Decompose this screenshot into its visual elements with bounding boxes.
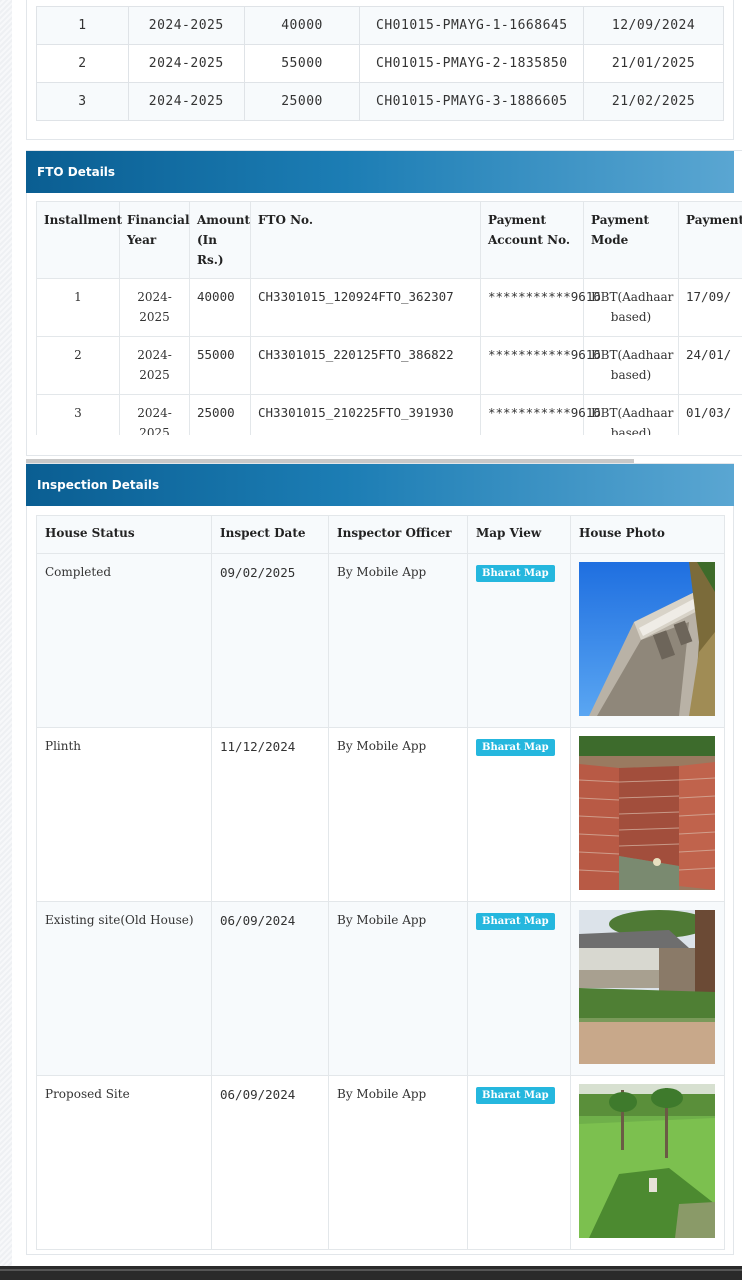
bharat-map-button[interactable]: Bharat Map: [476, 1087, 555, 1104]
completed-house-photo[interactable]: [579, 562, 715, 716]
inspection-table: House Status Inspect Date Inspector Offi…: [36, 515, 725, 1250]
bottom-system-bar: [0, 1266, 742, 1280]
house-photo-cell: [570, 901, 725, 1076]
table-row: 2 2024-2025 55000 CH3301015_220125FTO_38…: [36, 336, 742, 395]
col-header-inspector-officer: Inspector Officer: [328, 515, 468, 554]
amount-cell: 40000: [243, 6, 361, 45]
installment-cell: 2: [36, 44, 129, 83]
inspector-cell: By Mobile App: [328, 727, 468, 902]
col-header-fto-no: FTO No.: [250, 201, 481, 279]
year-cell: 2024-2025: [119, 278, 190, 337]
house-status-cell: Plinth: [36, 727, 212, 902]
map-view-cell: Bharat Map: [467, 553, 571, 728]
bharat-map-button[interactable]: Bharat Map: [476, 739, 555, 756]
inspect-date-cell: 06/09/2024: [211, 901, 329, 1076]
table-row: 3 2024-2025 25000 CH01015-PMAYG-3-188660…: [36, 82, 724, 121]
col-header-amount: Amount (In Rs.): [189, 201, 251, 279]
installment-cell: 1: [36, 278, 120, 337]
payment-mode-cell: DBT(Aadhaar based): [583, 278, 679, 337]
date-cell: 12/09/2024: [583, 6, 724, 45]
payment-date-cell: 17/09/: [678, 278, 742, 337]
table-header-row: Installment Financial Year Amount (In Rs…: [36, 201, 742, 279]
house-photo-cell: [570, 1075, 725, 1250]
inspector-cell: By Mobile App: [328, 901, 468, 1076]
year-cell: 2024-2025: [127, 44, 245, 83]
table-row: 1 2024-2025 40000 CH3301015_120924FTO_36…: [36, 278, 742, 337]
amount-cell: 55000: [189, 336, 251, 395]
installment-cell: 3: [36, 82, 129, 121]
amount-cell: 25000: [189, 394, 251, 435]
bharat-map-button[interactable]: Bharat Map: [476, 913, 555, 930]
proposed-site-photo[interactable]: [579, 1084, 715, 1238]
plinth-brick-walls-photo[interactable]: [579, 736, 715, 890]
house-status-cell: Completed: [36, 553, 212, 728]
inspector-cell: By Mobile App: [328, 1075, 468, 1250]
date-cell: 21/02/2025: [583, 82, 724, 121]
house-status-cell: Existing site(Old House): [36, 901, 212, 1076]
col-header-payment: Payment: [678, 201, 742, 279]
bharat-map-button[interactable]: Bharat Map: [476, 565, 555, 582]
house-status-cell: Proposed Site: [36, 1075, 212, 1250]
installment-cell: 2: [36, 336, 120, 395]
fto-table: Installment Financial Year Amount (In Rs…: [36, 201, 742, 435]
old-house-photo[interactable]: [579, 910, 715, 1064]
col-header-inspect-date: Inspect Date: [211, 515, 329, 554]
fto-section-title: FTO Details: [37, 165, 116, 179]
inspect-date-cell: 06/09/2024: [211, 1075, 329, 1250]
page-left-margin: [0, 0, 12, 1268]
col-header-map-view: Map View: [467, 515, 571, 554]
year-cell: 2024-2025: [119, 336, 190, 395]
payment-mode-cell: DBT(Aadhaar based): [583, 394, 679, 435]
inspect-date-cell: 09/02/2025: [211, 553, 329, 728]
table-header-row: House Status Inspect Date Inspector Offi…: [36, 515, 725, 554]
map-view-cell: Bharat Map: [467, 1075, 571, 1250]
map-view-cell: Bharat Map: [467, 727, 571, 902]
account-cell: ***********9616: [480, 394, 601, 435]
payment-mode-cell: DBT(Aadhaar based): [583, 336, 679, 395]
sanction-id-cell: CH01015-PMAYG-3-1886605: [359, 82, 585, 121]
col-header-house-photo: House Photo: [570, 515, 725, 554]
installment-cell: 1: [36, 6, 129, 45]
fto-no-cell: CH3301015_220125FTO_386822: [250, 336, 481, 395]
fto-no-cell: CH3301015_210225FTO_391930: [250, 394, 481, 435]
table-row: 1 2024-2025 40000 CH01015-PMAYG-1-166864…: [36, 6, 724, 45]
house-photo-cell: [570, 553, 725, 728]
inspector-cell: By Mobile App: [328, 553, 468, 728]
sanction-table: 1 2024-2025 40000 CH01015-PMAYG-1-166864…: [36, 6, 724, 121]
map-view-cell: Bharat Map: [467, 901, 571, 1076]
inspect-date-cell: 11/12/2024: [211, 727, 329, 902]
col-header-financial-year: Financial Year: [119, 201, 190, 279]
table-row: 3 2024-2025 25000 CH3301015_210225FTO_39…: [36, 394, 742, 435]
year-cell: 2024-2025: [119, 394, 190, 435]
sanction-id-cell: CH01015-PMAYG-1-1668645: [359, 6, 585, 45]
col-header-account-no: Payment Account No.: [480, 201, 584, 279]
year-cell: 2024-2025: [127, 82, 245, 121]
house-photo-cell: [570, 727, 725, 902]
inspection-section-title: Inspection Details: [37, 478, 160, 492]
amount-cell: 40000: [189, 278, 251, 337]
payment-date-cell: 24/01/: [678, 336, 742, 395]
col-header-installment: Installment: [36, 201, 122, 279]
fto-section-header: FTO Details: [26, 151, 734, 193]
inspection-section-header: Inspection Details: [26, 464, 734, 506]
table-row: Completed 09/02/2025 By Mobile App Bhara…: [36, 553, 725, 728]
table-row: Proposed Site 06/09/2024 By Mobile App B…: [36, 1075, 725, 1250]
sanction-id-cell: CH01015-PMAYG-2-1835850: [359, 44, 585, 83]
table-row: Existing site(Old House) 06/09/2024 By M…: [36, 901, 725, 1076]
installment-cell: 3: [36, 394, 120, 435]
col-header-payment-mode: Payment Mode: [583, 201, 679, 279]
account-cell: ***********9616: [480, 336, 601, 395]
account-cell: ***********9616: [480, 278, 601, 337]
date-cell: 21/01/2025: [583, 44, 724, 83]
fto-table-scroll[interactable]: Installment Financial Year Amount (In Rs…: [36, 201, 742, 435]
fto-no-cell: CH3301015_120924FTO_362307: [250, 278, 481, 337]
amount-cell: 55000: [243, 44, 361, 83]
year-cell: 2024-2025: [127, 6, 245, 45]
col-header-house-status: House Status: [36, 515, 212, 554]
table-row: Plinth 11/12/2024 By Mobile App Bharat M…: [36, 727, 725, 902]
amount-cell: 25000: [243, 82, 361, 121]
payment-date-cell: 01/03/: [678, 394, 742, 435]
table-row: 2 2024-2025 55000 CH01015-PMAYG-2-183585…: [36, 44, 724, 83]
